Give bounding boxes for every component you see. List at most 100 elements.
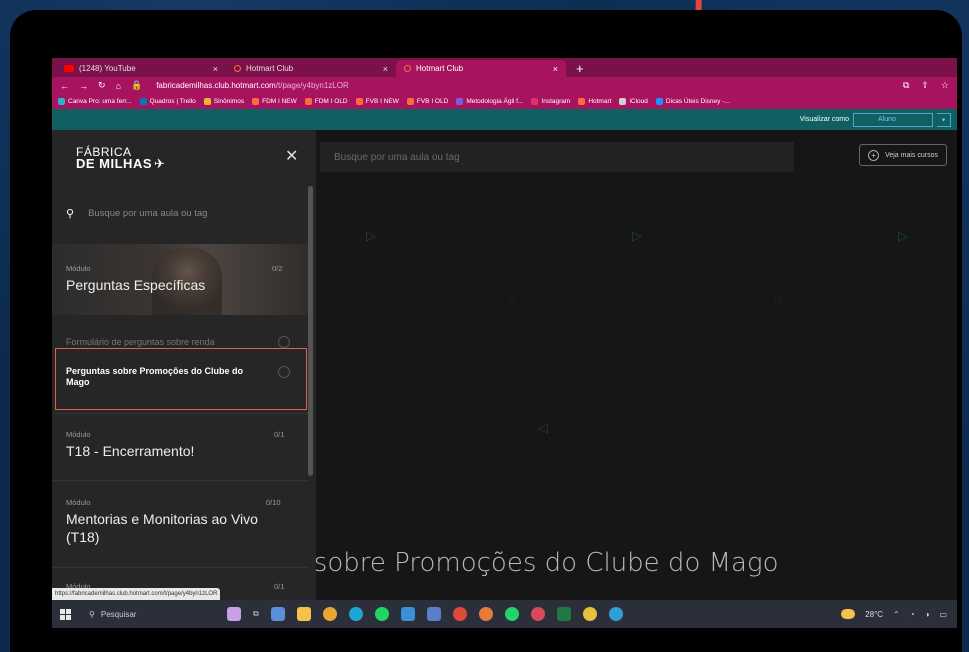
sidebar-search-input[interactable]: ⚲ Busque por uma aula ou tag [66,200,296,226]
divider [52,413,308,414]
lesson-item[interactable]: Formulário de perguntas sobre renda [66,337,215,347]
url-host: fabricademilhas.club.hotmart.com [156,81,276,90]
chrome-profile-icon[interactable] [452,607,467,621]
lesson-item-current[interactable]: Perguntas sobre Promoções do Clube do Ma… [66,366,266,388]
tab-hotmart-1[interactable]: Hotmart Club × [226,60,396,77]
logo-line-2: DE MILHAS [76,156,152,171]
forward-arrow-icon[interactable]: → [79,81,88,91]
calculator-icon[interactable] [270,607,285,621]
triangle-decor-icon: ▷ [898,228,908,243]
bookmark-label: FDM I NEW [262,98,297,105]
bookmark-item[interactable]: iCloud [619,98,648,105]
share-icon[interactable]: ⇪ [921,80,929,91]
module-title-mentorias[interactable]: Mentorias e Monitorias ao Vivo (T18) [66,510,286,546]
bookmark-favicon-icon [355,98,363,105]
module-count: 0/10 [266,498,281,507]
taskbar-search[interactable]: ⚲ Pesquisar [79,610,219,619]
fabrica-de-milhas-logo: FÁBRICA DE MILHAS [76,146,186,176]
bookmark-item[interactable]: Metodologia Ágil f... [456,98,523,105]
chrome-profile-icon[interactable] [530,607,545,621]
bookmark-item[interactable]: FDM I NEW [252,98,297,105]
module-label: Módulo [66,498,91,507]
url-path: /t/page/y4byn1zLOR [275,81,349,90]
bookmark-label: FDM I OLD [314,98,348,105]
widgets-icon[interactable] [227,607,241,621]
tab-youtube[interactable]: (1248) YouTube × [56,60,226,77]
chevron-up-icon[interactable]: ⌃ [893,610,900,619]
module-title-t18[interactable]: T18 - Encerramento! [66,442,194,460]
chevron-down-icon[interactable]: ▾ [937,112,951,127]
lesson-title: s sobre Promoções do Clube do Mago [292,548,779,578]
bookmark-favicon-icon [304,98,312,105]
reload-icon[interactable]: ↻ [98,80,106,91]
module-label: Módulo [66,264,91,273]
bookmark-item[interactable]: Dicas Úteis Disney -... [655,98,730,105]
hotmart-icon [234,65,241,72]
edge-icon[interactable] [348,607,363,621]
new-tab-plus-icon[interactable]: + [566,60,594,77]
bookmark-item[interactable]: FDM I OLD [304,98,348,105]
battery-icon[interactable]: ▭ [939,610,947,619]
close-icon[interactable]: × [553,64,558,74]
back-arrow-icon[interactable]: ← [60,81,69,91]
laptop-frame: (1248) YouTube × Hotmart Club × Hotmart … [10,10,962,652]
chrome-icon[interactable] [322,607,337,621]
close-icon[interactable]: ✕ [285,146,298,166]
file-explorer-icon[interactable] [296,607,311,621]
bookmark-item[interactable]: FVB I NEW [355,98,399,105]
bookmarks-bar: Canva Pro: uma ferr... Quadros | Trello Si… [52,94,957,109]
translate-icon[interactable]: ⧉ [903,80,909,91]
bookmark-label: Hotmart [588,98,612,105]
main-search-input[interactable]: Busque por uma aula ou tag [320,142,794,172]
course-sidebar: FÁBRICA DE MILHAS ✈ ✕ ⚲ Busque por uma a… [52,130,316,600]
store-icon[interactable] [400,607,415,621]
bookmark-item[interactable]: Quadros | Trello [139,98,196,105]
bookmark-label: Quadros | Trello [149,98,196,105]
bookmark-favicon-icon [58,98,65,105]
network-icon[interactable]: ◔ [910,610,915,619]
app-icon[interactable] [426,607,441,621]
home-icon[interactable]: ⌂ [116,81,121,91]
star-icon[interactable]: ☆ [941,80,949,91]
bookmark-item[interactable]: Sinônimos [203,98,245,105]
module-count: 0/2 [272,264,283,273]
bookmark-favicon-icon [619,98,627,105]
weather-temp[interactable]: 28°C [865,610,883,619]
bookmark-item[interactable]: Instagram [531,98,570,105]
bookmark-label: Sinônimos [213,98,245,105]
module-label: Módulo [66,430,91,439]
windows-taskbar: ⚲ Pesquisar ⧉ 28°C ⌃ ◔ ◑ ▭ [52,600,957,628]
chrome-profile-icon[interactable] [478,607,493,621]
bookmark-item[interactable]: FVB I OLD [406,98,449,105]
bookmark-label: Canva Pro: uma ferr... [68,98,132,105]
more-courses-button[interactable]: + Veja mais cursos [859,144,947,166]
browser-tab-bar: (1248) YouTube × Hotmart Club × Hotmart … [52,58,957,77]
bookmark-item[interactable]: Canva Pro: uma ferr... [58,98,132,105]
search-icon: ⚲ [66,207,75,220]
role-select[interactable]: Aluno [853,112,933,127]
tab-hotmart-2[interactable]: Hotmart Club × [396,60,566,77]
triangle-decor-icon: ◁ [538,420,548,435]
close-icon[interactable]: × [213,64,218,74]
volume-icon[interactable]: ◑ [925,610,930,619]
weather-icon [841,609,856,619]
bookmark-item[interactable]: Hotmart [578,98,611,105]
sidebar-scrollbar[interactable] [308,186,313,476]
close-icon[interactable]: × [383,64,388,74]
chrome-profile-icon[interactable] [608,607,623,621]
windows-start-icon[interactable] [60,608,71,620]
lock-icon: 🔒 [130,80,143,90]
whatsapp-icon[interactable] [504,607,519,621]
bookmark-label: iCloud [629,98,648,105]
task-view-icon[interactable]: ⧉ [253,609,259,619]
plane-icon: ✈ [154,156,165,171]
triangle-decor-icon: ▷ [366,228,376,243]
bookmark-label: FVB I OLD [416,98,449,105]
divider [52,480,308,481]
excel-icon[interactable] [556,607,571,621]
spotify-icon[interactable] [374,607,389,621]
chrome-profile-icon[interactable] [582,607,597,621]
plus-icon: + [868,149,880,161]
url-field[interactable]: fabricademilhas.club.hotmart.com/t/page/… [156,81,349,90]
bookmark-label: Metodologia Ágil f... [466,98,524,105]
